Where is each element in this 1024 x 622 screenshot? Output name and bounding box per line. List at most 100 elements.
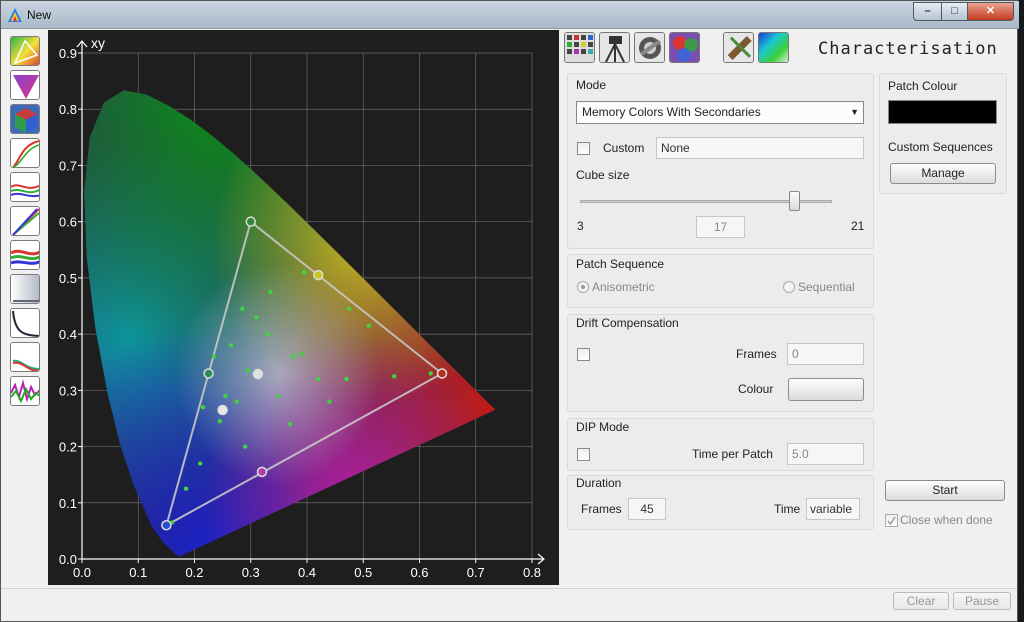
y-tick-label: 0.8: [59, 102, 77, 117]
drift-checkbox[interactable]: [577, 348, 590, 361]
time-per-patch-label: Time per Patch: [692, 447, 773, 461]
dip-checkbox[interactable]: [577, 448, 590, 461]
cube-size-max: 21: [851, 219, 865, 233]
close-when-done-checkbox[interactable]: [885, 514, 898, 527]
mode-select-value: Memory Colors With Secondaries: [582, 105, 761, 119]
patch-point: [254, 315, 259, 320]
check-icon: [887, 516, 896, 526]
gamut-marker[interactable]: [245, 216, 256, 227]
connector-icon[interactable]: [634, 32, 665, 63]
custom-field[interactable]: None: [656, 137, 864, 159]
grey-ramp-icon[interactable]: [10, 274, 40, 304]
sequential-radio[interactable]: [783, 281, 795, 293]
maximize-button[interactable]: □: [941, 2, 968, 21]
noise-curve-icon[interactable]: [10, 376, 40, 406]
bottom-divider: [1, 588, 1017, 589]
patch-colour-swatch[interactable]: [888, 100, 997, 124]
page-title: Characterisation: [818, 39, 998, 59]
x-tick-label: 0.3: [242, 565, 260, 580]
duration-label: Duration: [576, 476, 622, 490]
mode-select[interactable]: Memory Colors With Secondaries ▼: [576, 101, 864, 124]
drift-compensation-label: Drift Compensation: [576, 316, 679, 330]
custom-label: Custom: [603, 141, 645, 155]
x-tick-label: 0.8: [523, 565, 541, 580]
chevron-down-icon: ▼: [850, 107, 859, 117]
manage-button[interactable]: Manage: [890, 163, 996, 184]
start-button[interactable]: Start: [885, 480, 1005, 501]
patch-point: [183, 486, 189, 491]
patch-point: [299, 351, 304, 356]
gamut-marker[interactable]: [436, 368, 448, 379]
x-tick-label: 0.4: [298, 565, 316, 580]
patch-point: [228, 343, 234, 348]
spectrum-tool-icon[interactable]: [758, 32, 789, 63]
drift-frames-field[interactable]: 0: [787, 343, 864, 365]
x-tick-label: 0.0: [73, 565, 91, 580]
custom-checkbox[interactable]: [577, 142, 590, 155]
y-tick-label: 0.1: [59, 496, 77, 511]
drift-colour-button[interactable]: [788, 378, 864, 401]
patch-point: [197, 461, 203, 466]
cube-size-min: 3: [577, 219, 584, 233]
patch-point: [287, 421, 293, 427]
duration-time-label: Time: [774, 502, 801, 516]
window-title: New: [27, 8, 52, 22]
x-tick-label: 0.5: [354, 565, 372, 580]
patch-sequence-label: Patch Sequence: [576, 257, 665, 271]
duration-frames-label: Frames: [581, 502, 622, 516]
y-tick-label: 0.2: [59, 440, 77, 455]
x-tick-label: 0.6: [410, 565, 428, 580]
color-swatch-icon[interactable]: [669, 32, 700, 63]
patch-point: [234, 399, 239, 404]
chromaticity-plot[interactable]: 0.0 0.1 0.2 0.3 0.4 0.5 0.6 0.7 0.8 0.0 0.1 0.2 0.3 0…: [48, 30, 559, 585]
app-logo-icon: [8, 8, 22, 22]
left-toolbar: [6, 32, 44, 422]
tripod-icon[interactable]: [599, 32, 630, 63]
gamut-marker[interactable]: [217, 404, 228, 416]
gamut-marker[interactable]: [313, 269, 324, 281]
pause-button[interactable]: Pause: [953, 592, 1011, 610]
y-tick-label: 0.7: [59, 158, 77, 173]
cube-size-value[interactable]: 17: [696, 216, 745, 238]
y-tick-label: 0.3: [59, 383, 77, 398]
y-tick-label: 0.9: [59, 46, 77, 61]
gamut-marker[interactable]: [203, 368, 214, 379]
anisometric-radio[interactable]: [577, 281, 589, 293]
rgb-balance-icon[interactable]: [10, 172, 40, 202]
mode-label: Mode: [576, 78, 607, 92]
gamut-tool-icon[interactable]: [10, 70, 40, 100]
spectral-locus: [84, 90, 496, 557]
y-tick-label: 0.5: [59, 271, 77, 286]
gamut-marker[interactable]: [256, 466, 268, 478]
clear-button[interactable]: Clear: [893, 592, 949, 610]
y-tick-label: 0.4: [59, 327, 77, 342]
patch-point: [391, 374, 397, 379]
cube-size-slider-handle[interactable]: [789, 191, 800, 211]
patch-point: [428, 371, 433, 376]
gamut-marker[interactable]: [161, 520, 172, 531]
title-bar[interactable]: New – □ ✕: [1, 1, 1019, 29]
patch-point: [223, 393, 228, 399]
patch-point: [240, 306, 245, 312]
chromaticity-svg: 0.0 0.1 0.2 0.3 0.4 0.5 0.6 0.7 0.8 0.0 0.1 0.2 0.3 0…: [59, 35, 545, 580]
anisometric-label: Anisometric: [592, 280, 655, 294]
close-button[interactable]: ✕: [967, 2, 1014, 21]
patch-colour-label: Patch Colour: [888, 79, 958, 93]
duration-frames-field: 45: [628, 498, 666, 520]
gamma-curve-icon[interactable]: [10, 206, 40, 236]
gamut-marker[interactable]: [252, 368, 264, 380]
x-tick-label: 0.7: [467, 565, 485, 580]
chromaticity-tool-icon[interactable]: [10, 36, 40, 66]
shadow-curve-icon[interactable]: [10, 342, 40, 372]
close-when-done-label: Close when done: [900, 513, 993, 527]
grey-curve-icon[interactable]: [10, 308, 40, 338]
curve-tool-icon[interactable]: [10, 138, 40, 168]
patch-point: [276, 393, 282, 399]
luminance-rgb-icon[interactable]: [10, 240, 40, 270]
ruler-tool-icon[interactable]: [723, 32, 754, 63]
time-per-patch-field[interactable]: 5.0: [787, 443, 864, 465]
cube-tool-icon[interactable]: [10, 104, 40, 134]
cube-size-label: Cube size: [576, 168, 630, 182]
minimize-button[interactable]: –: [913, 2, 942, 21]
calibration-grid-icon[interactable]: [564, 32, 595, 63]
